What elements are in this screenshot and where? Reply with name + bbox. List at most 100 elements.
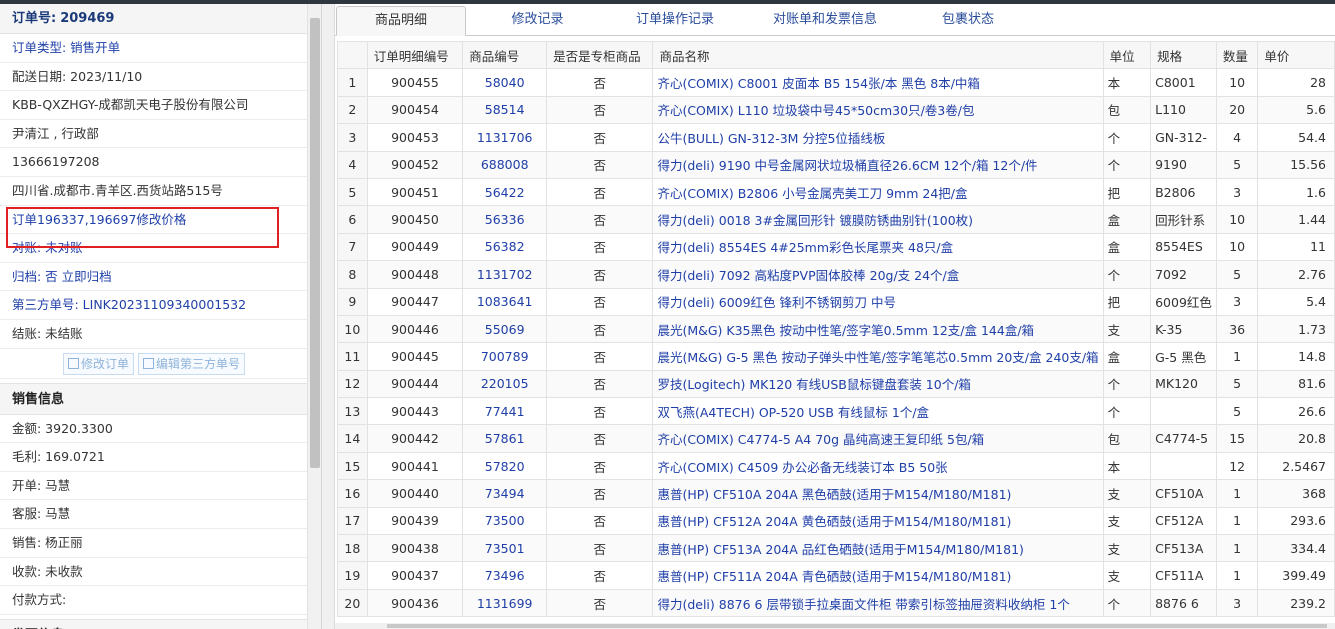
product-code-link[interactable]: 688008 [462, 150, 548, 179]
product-code-link[interactable]: 57820 [462, 451, 548, 481]
product-name-link[interactable]: 得力(deli) 6009红色 锋利不锈钢剪刀 中号 [652, 287, 1104, 316]
table-row[interactable]: 2 900454 58514 否齐心(COMIX) L110 垃圾袋中号45*50cm… [337, 95, 1335, 125]
panel-splitter[interactable] [322, 4, 335, 629]
product-code-link[interactable]: 77441 [462, 397, 548, 426]
product-name-link[interactable]: 公牛(BULL) GN-312-3M 分控5位插线板 [652, 123, 1104, 152]
table-row[interactable]: 15 900441 57820 否齐心(COMIX) C4509 办公必备无线装订本 … [337, 451, 1335, 481]
product-name-link[interactable]: 晨光(M&G) K35黑色 按动中性笔/签字笔0.5mm 12支/盒 144盒/… [652, 314, 1104, 344]
sales-field: 付款方式: [0, 586, 308, 615]
column-header[interactable]: 规格 [1150, 40, 1217, 70]
product-code-link[interactable]: 73496 [462, 561, 548, 590]
spec-cell: CF510A [1150, 479, 1217, 508]
table-row[interactable]: 13 900443 77441 否双飞燕(A4TECH) OP-520 USB 有线鼠… [337, 397, 1335, 426]
left-scrollbar[interactable] [307, 4, 321, 629]
table-row[interactable]: 1 900455 58040 否齐心(COMIX) C8001 皮面本 B5 154张… [337, 68, 1335, 97]
counter-flag-cell: 否 [546, 68, 654, 97]
product-code-link[interactable]: 1131699 [462, 588, 548, 618]
product-code-link[interactable]: 1083641 [462, 287, 548, 316]
unit-price-cell: 26.6 [1257, 397, 1335, 426]
order-field[interactable]: 第三方单号: LINK20231109340001532 [0, 291, 308, 320]
product-code-link[interactable]: 73494 [462, 479, 548, 508]
column-header[interactable]: 数量 [1215, 40, 1259, 70]
product-name-link[interactable]: 得力(deli) 7092 高粘度PVP固体胶棒 20g/支 24个/盒 [652, 260, 1104, 289]
table-row[interactable]: 12 900444 220105 否罗技(Logitech) MK120 有线USB鼠… [337, 369, 1335, 399]
tab-3[interactable]: 对账单和发票信息 [750, 6, 900, 36]
product-code-link[interactable]: 58040 [462, 68, 548, 97]
product-name-link[interactable]: 得力(deli) 8876 6 层带锁手拉桌面文件柜 带索引标签抽屉资料收纳柜 … [652, 588, 1104, 618]
row-index: 13 [337, 397, 368, 426]
product-name-link[interactable]: 得力(deli) 9190 中号金属网状垃圾桶直径26.6CM 12个/箱 12… [652, 150, 1104, 179]
column-header[interactable]: 商品编号 [462, 40, 548, 70]
product-name-link[interactable]: 双飞燕(A4TECH) OP-520 USB 有线鼠标 1个/盒 [652, 397, 1104, 426]
product-name-link[interactable]: 得力(deli) 0018 3#金属回形针 镀膜防锈曲别针(100枚) [652, 205, 1104, 234]
product-name-link[interactable]: 晨光(M&G) G-5 黑色 按动子弹头中性笔/签字笔笔芯0.5mm 20支/盒… [652, 342, 1104, 371]
left-scrollbar-thumb[interactable] [310, 18, 320, 468]
spec-cell: 回形针系 [1150, 205, 1217, 234]
spec-cell [1150, 451, 1217, 481]
horizontal-scrollbar[interactable] [335, 623, 1335, 629]
edit-third-party-number-button[interactable]: 编辑第三方单号 [138, 352, 246, 375]
product-code-link[interactable]: 1131706 [462, 123, 548, 152]
tab-4[interactable]: 包裹状态 [903, 6, 1033, 36]
table-row[interactable]: 8 900448 1131702 否得力(deli) 7092 高粘度PVP固体胶棒 … [337, 260, 1335, 289]
table-row[interactable]: 14 900442 57861 否齐心(COMIX) C4774-5 A4 70g 晶… [337, 424, 1335, 453]
product-code-link[interactable]: 73501 [462, 534, 548, 563]
product-name-link[interactable]: 惠普(HP) CF512A 204A 黄色硒鼓(适用于M154/M180/M18… [652, 506, 1104, 536]
product-name-link[interactable]: 得力(deli) 8554ES 4#25mm彩色长尾票夹 48只/盒 [652, 232, 1104, 262]
tab-1[interactable]: 修改记录 [475, 6, 600, 36]
spec-cell: 6009红色 [1150, 287, 1217, 316]
product-name-link[interactable]: 齐心(COMIX) L110 垃圾袋中号45*50cm30只/卷3卷/包 [652, 95, 1104, 125]
product-code-link[interactable]: 55069 [462, 314, 548, 344]
product-code-link[interactable]: 1131702 [462, 260, 548, 289]
horizontal-scrollbar-thumb[interactable] [387, 624, 1327, 628]
sales-field: 毛利: 169.0721 [0, 443, 308, 472]
row-index: 15 [337, 451, 368, 481]
table-row[interactable]: 19 900437 73496 否惠普(HP) CF511A 204A 青色硒鼓(适用… [337, 561, 1335, 590]
product-name-link[interactable]: 惠普(HP) CF513A 204A 品红色硒鼓(适用于M154/M180/M1… [652, 534, 1104, 563]
table-row[interactable]: 7 900449 56382 否得力(deli) 8554ES 4#25mm彩色长尾票… [337, 232, 1335, 262]
table-row[interactable]: 10 900446 55069 否晨光(M&G) K35黑色 按动中性笔/签字笔0.5… [337, 314, 1335, 344]
column-header[interactable] [337, 40, 368, 70]
product-name-link[interactable]: 惠普(HP) CF510A 204A 黑色硒鼓(适用于M154/M180/M18… [652, 479, 1104, 508]
quantity-cell: 5 [1215, 397, 1259, 426]
tab-2[interactable]: 订单操作记录 [605, 6, 745, 36]
table-row[interactable]: 6 900450 56336 否得力(deli) 0018 3#金属回形针 镀膜防锈曲… [337, 205, 1335, 234]
column-header[interactable]: 商品名称 [652, 40, 1104, 70]
table-row[interactable]: 4 900452 688008 否得力(deli) 9190 中号金属网状垃圾桶直径2… [337, 150, 1335, 179]
edit-order-label: 修改订单 [80, 356, 129, 371]
product-code-link[interactable]: 56422 [462, 177, 548, 207]
quantity-cell: 12 [1215, 451, 1259, 481]
quantity-cell: 3 [1215, 287, 1259, 316]
product-code-link[interactable]: 220105 [462, 369, 548, 399]
column-header[interactable]: 单价 [1257, 40, 1335, 70]
product-code-link[interactable]: 57861 [462, 424, 548, 453]
table-row[interactable]: 20 900436 1131699 否得力(deli) 8876 6 层带锁手拉桌面文… [337, 588, 1335, 618]
product-code-link[interactable]: 56336 [462, 205, 548, 234]
table-row[interactable]: 18 900438 73501 否惠普(HP) CF513A 204A 品红色硒鼓(适… [337, 534, 1335, 563]
product-code-link[interactable]: 73500 [462, 506, 548, 536]
unit-cell: 个 [1102, 369, 1152, 399]
table-row[interactable]: 3 900453 1131706 否公牛(BULL) GN-312-3M 分控5位插线… [337, 123, 1335, 152]
product-name-link[interactable]: 惠普(HP) CF511A 204A 青色硒鼓(适用于M154/M180/M18… [652, 561, 1104, 590]
table-row[interactable]: 16 900440 73494 否惠普(HP) CF510A 204A 黑色硒鼓(适用… [337, 479, 1335, 508]
table-row[interactable]: 5 900451 56422 否齐心(COMIX) B2806 小号金属壳美工刀 9m… [337, 177, 1335, 207]
order-field[interactable]: 归档: 否 立即归档 [0, 263, 308, 292]
column-header[interactable]: 订单明细编号 [366, 40, 464, 70]
product-name-link[interactable]: 罗技(Logitech) MK120 有线USB鼠标键盘套装 10个/箱 [652, 369, 1104, 399]
order-field[interactable]: 订单类型: 销售开单 [0, 34, 308, 63]
product-name-link[interactable]: 齐心(COMIX) C4509 办公必备无线装订本 B5 50张 [652, 451, 1104, 481]
table-row[interactable]: 9 900447 1083641 否得力(deli) 6009红色 锋利不锈钢剪刀 中… [337, 287, 1335, 316]
product-code-link[interactable]: 58514 [462, 95, 548, 125]
product-code-link[interactable]: 700789 [462, 342, 548, 371]
column-header[interactable]: 单位 [1102, 40, 1152, 70]
product-name-link[interactable]: 齐心(COMIX) C4774-5 A4 70g 晶纯高速王复印纸 5包/箱 [652, 424, 1104, 453]
product-name-link[interactable]: 齐心(COMIX) B2806 小号金属壳美工刀 9mm 24把/盒 [652, 177, 1104, 207]
tab-0[interactable]: 商品明细 [336, 6, 466, 36]
spec-cell: MK120 [1150, 369, 1217, 399]
edit-order-button[interactable]: 修改订单 [62, 352, 134, 375]
product-name-link[interactable]: 齐心(COMIX) C8001 皮面本 B5 154张/本 黑色 8本/中箱 [652, 68, 1104, 97]
column-header[interactable]: 是否是专柜商品 [546, 40, 654, 70]
table-row[interactable]: 11 900445 700789 否晨光(M&G) G-5 黑色 按动子弹头中性笔/签… [337, 342, 1335, 371]
table-row[interactable]: 17 900439 73500 否惠普(HP) CF512A 204A 黄色硒鼓(适用… [337, 506, 1335, 536]
product-code-link[interactable]: 56382 [462, 232, 548, 262]
